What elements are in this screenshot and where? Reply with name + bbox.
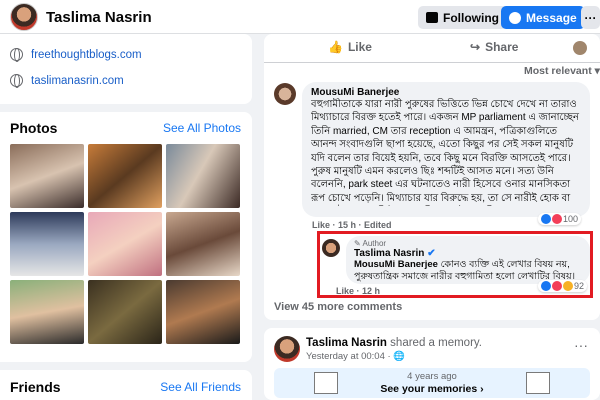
photo-thumbnail[interactable] xyxy=(88,280,162,344)
photo-thumbnail[interactable] xyxy=(166,144,240,208)
photo-thumbnail[interactable] xyxy=(10,280,84,344)
website-link-2[interactable]: taslimanasrin.com xyxy=(10,74,124,88)
following-button[interactable]: Following xyxy=(418,6,507,29)
globe-icon xyxy=(10,74,23,88)
comment-text: বহুগামীতাকে যারা নারী পুরুষের ভিত্তিতে ভ… xyxy=(311,99,579,204)
share-label: Share xyxy=(485,40,519,54)
following-icon xyxy=(426,12,438,23)
memory-post-action: shared a memory. xyxy=(390,337,482,349)
following-label: Following xyxy=(443,10,499,25)
sort-label: Most relevant xyxy=(524,65,592,77)
memory-post-time[interactable]: Yesterday at 00:04 xyxy=(306,351,385,362)
globe-icon xyxy=(10,48,23,62)
memory-post-time-row: Yesterday at 00:04 · 🌐 xyxy=(306,351,406,362)
post-options-button[interactable]: ··· xyxy=(574,337,588,353)
comment-reactions[interactable]: 100 xyxy=(538,213,582,225)
profile-avatar[interactable] xyxy=(10,3,38,31)
right-column: 👍 Like ↪ Share Most relevant ▾ MousuMi B… xyxy=(264,34,600,400)
comment-like-link[interactable]: Like xyxy=(312,220,330,230)
photo-thumbnail[interactable] xyxy=(10,144,84,208)
thumbs-up-icon: 👍 xyxy=(328,40,343,54)
comment-author[interactable]: MousuMi Banerjee xyxy=(311,87,581,98)
see-memories-link[interactable]: See your memories › xyxy=(274,383,590,395)
friends-card: Friends See All Friends xyxy=(0,370,252,400)
friends-title: Friends xyxy=(10,379,61,395)
message-button[interactable]: Message xyxy=(501,6,585,29)
photos-card: Photos See All Photos xyxy=(0,112,252,362)
highlight-box xyxy=(317,231,593,298)
page-header: Taslima Nasrin Following Message ··· xyxy=(0,0,600,34)
years-ago-label: 4 years ago xyxy=(407,371,457,382)
like-button[interactable]: 👍 Like xyxy=(328,40,372,54)
see-memories-label: See your memories xyxy=(380,383,478,395)
audience-avatar[interactable] xyxy=(573,41,587,55)
chevron-down-icon: ▾ xyxy=(594,65,600,77)
comment-bubble: MousuMi Banerjee বহুগামীতাকে যারা নারী প… xyxy=(302,82,590,217)
memory-banner[interactable]: 4 years ago See your memories › xyxy=(274,368,590,398)
photos-title: Photos xyxy=(10,120,58,136)
messenger-icon xyxy=(509,11,521,24)
intro-card: freethoughtblogs.com taslimanasrin.com xyxy=(0,34,252,104)
left-column: freethoughtblogs.com taslimanasrin.com P… xyxy=(0,34,252,400)
website-link-1[interactable]: freethoughtblogs.com xyxy=(10,48,142,62)
page-name[interactable]: Taslima Nasrin xyxy=(46,9,152,26)
globe-icon: 🌐 xyxy=(393,351,406,362)
share-button[interactable]: ↪ Share xyxy=(470,40,518,54)
photo-thumbnail[interactable] xyxy=(88,144,162,208)
see-all-friends-link[interactable]: See All Friends xyxy=(160,380,241,394)
love-reaction-icon xyxy=(552,214,562,224)
sort-dropdown[interactable]: Most relevant ▾ xyxy=(524,65,600,77)
photo-thumbnail[interactable] xyxy=(166,212,240,276)
comment-time[interactable]: 15 h xyxy=(338,220,356,230)
memory-post-card: Taslima Nasrin shared a memory. Yesterda… xyxy=(264,328,600,400)
comment-meta: Like · 15 h · Edited xyxy=(312,220,392,230)
memory-post-header: Taslima Nasrin shared a memory. xyxy=(306,337,482,349)
more-icon: ··· xyxy=(584,10,597,25)
reaction-count: 100 xyxy=(563,214,579,224)
share-icon: ↪ xyxy=(470,40,481,54)
commenter-avatar[interactable] xyxy=(274,83,296,105)
divider xyxy=(264,62,600,63)
edited-label: Edited xyxy=(364,220,392,230)
like-reaction-icon xyxy=(541,214,551,224)
view-more-comments[interactable]: View 45 more comments xyxy=(274,301,402,313)
more-button[interactable]: ··· xyxy=(581,6,600,29)
author-avatar[interactable] xyxy=(274,336,300,362)
like-label: Like xyxy=(347,40,372,54)
see-all-photos-link[interactable]: See All Photos xyxy=(163,121,241,135)
photo-thumbnail[interactable] xyxy=(10,212,84,276)
message-label: Message xyxy=(526,10,577,25)
photo-thumbnail[interactable] xyxy=(166,280,240,344)
photo-thumbnail[interactable] xyxy=(88,212,162,276)
website-link-text: freethoughtblogs.com xyxy=(31,48,142,61)
website-link-text: taslimanasrin.com xyxy=(31,74,124,87)
memory-post-author[interactable]: Taslima Nasrin xyxy=(306,337,387,349)
